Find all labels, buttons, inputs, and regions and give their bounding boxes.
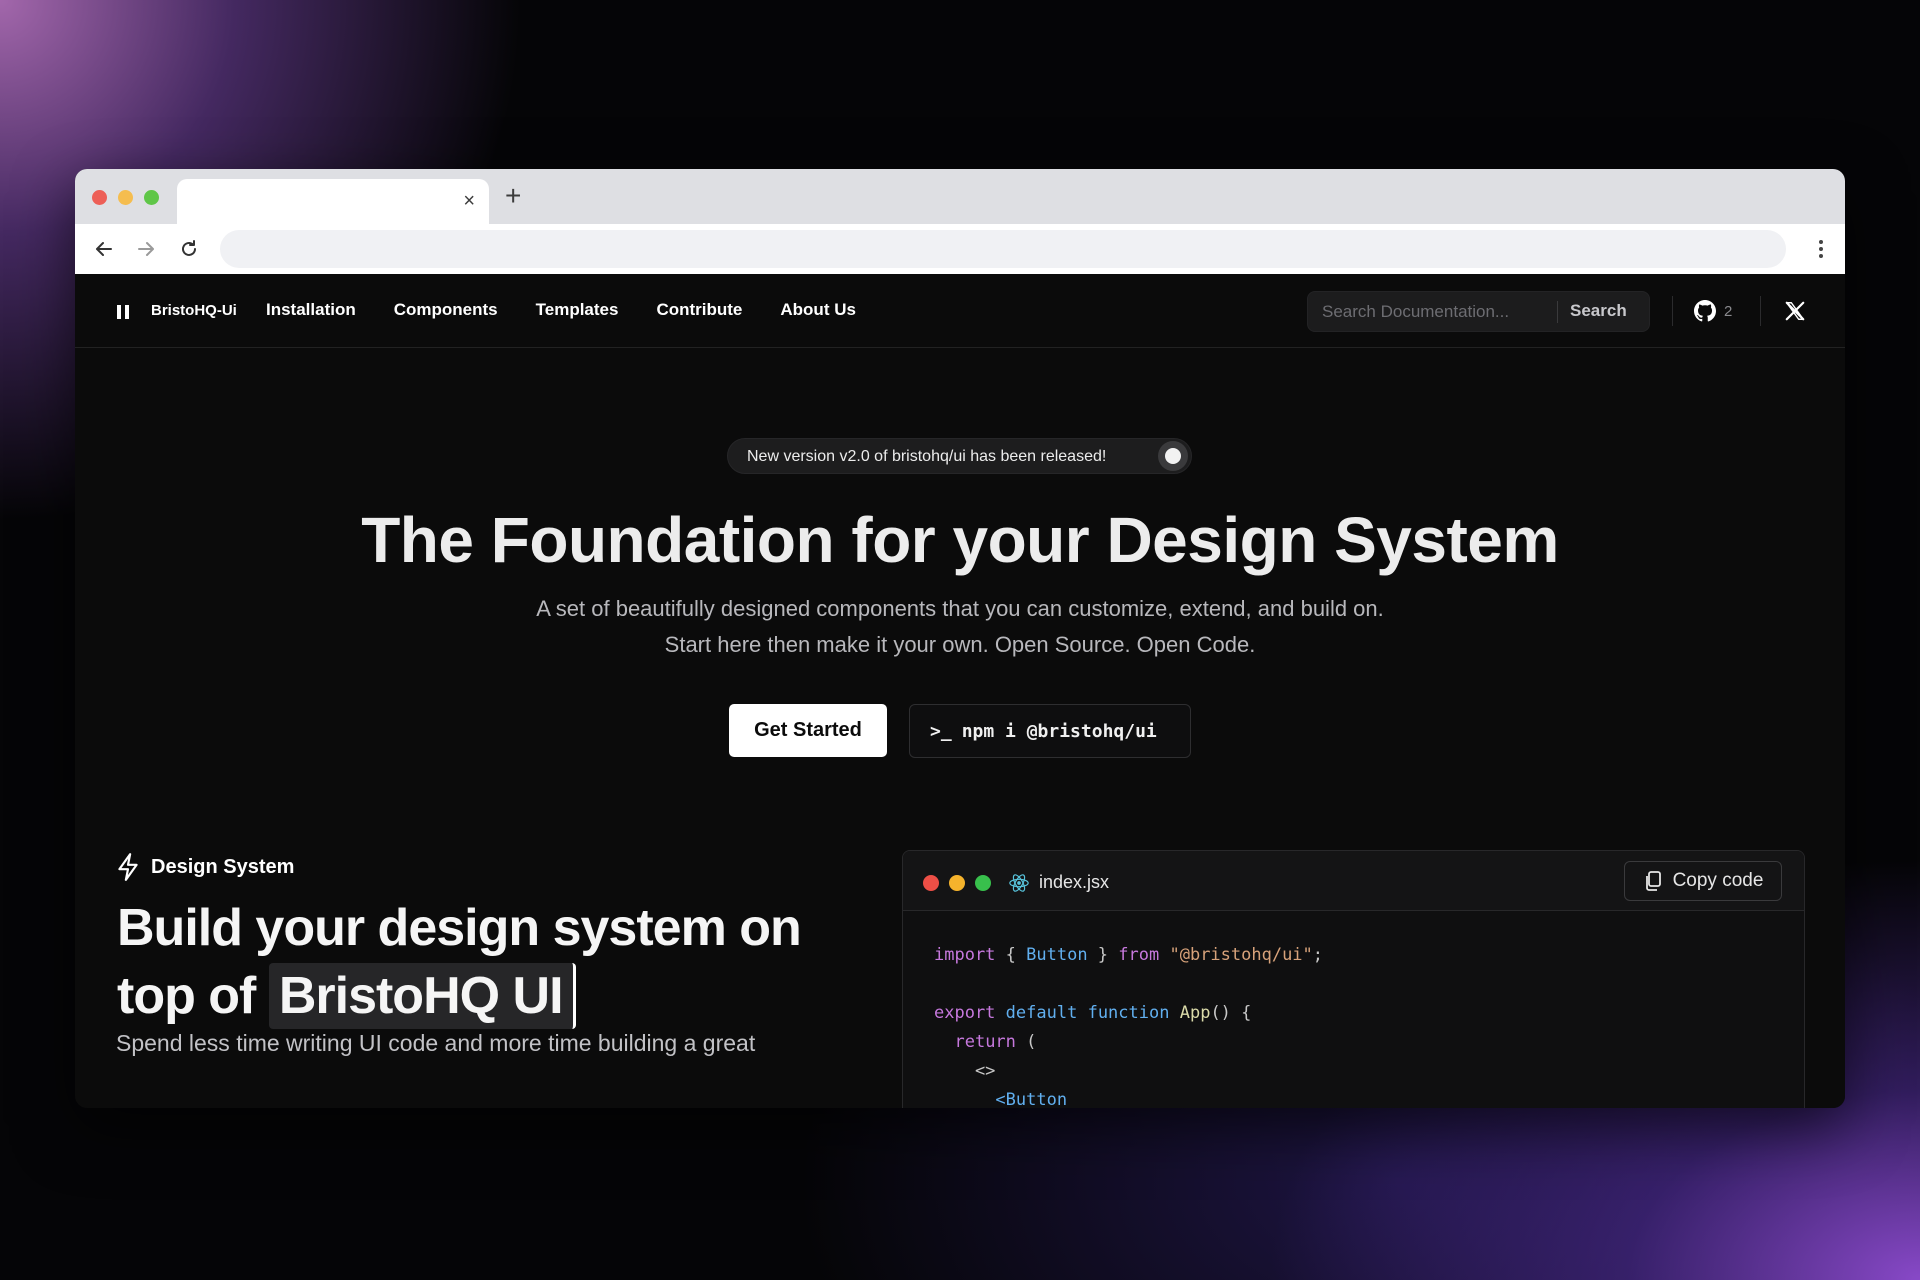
browser-tab[interactable]: × <box>177 179 489 224</box>
npm-install-button[interactable]: >_ npm i @bristohq/ui <box>909 704 1191 758</box>
nav-links: Installation Components Templates Contri… <box>266 300 856 320</box>
x-icon[interactable] <box>1784 300 1806 322</box>
logo-icon[interactable] <box>117 305 129 319</box>
brand-name[interactable]: BristoHQ-Ui <box>151 302 237 319</box>
copy-code-label: Copy code <box>1672 870 1764 891</box>
copy-code-button[interactable]: Copy code <box>1624 861 1782 901</box>
section-label-text: Design System <box>151 855 295 878</box>
arrow-right-icon[interactable] <box>133 236 159 262</box>
web-page: BristoHQ-Ui Installation Components Temp… <box>75 274 1845 1108</box>
section-label: Design System <box>115 852 294 882</box>
section-title: Build your design system on top of Brist… <box>117 894 837 1030</box>
arrow-left-icon[interactable] <box>91 236 117 262</box>
code-panel: index.jsx Copy code import { Button } fr… <box>902 850 1805 1108</box>
code-line: <Button <box>995 1090 1068 1108</box>
code-dot-green <box>975 875 991 891</box>
github-icon <box>1694 300 1716 322</box>
code-line-blank: ​ <box>934 970 1323 999</box>
search-input[interactable] <box>1308 292 1558 331</box>
nav-link-templates[interactable]: Templates <box>536 300 619 320</box>
window-minimize-button[interactable] <box>118 190 133 205</box>
badge-toggle-icon[interactable] <box>1158 441 1188 471</box>
terminal-icon: >_ <box>930 720 952 742</box>
code-body: import { Button } from "@bristohq/ui"; ​ e… <box>934 941 1323 1108</box>
window-close-button[interactable] <box>92 190 107 205</box>
tab-bar: × + <box>75 169 1845 224</box>
code-panel-header: index.jsx Copy code <box>903 851 1804 911</box>
reload-icon[interactable] <box>176 236 202 262</box>
window-maximize-button[interactable] <box>144 190 159 205</box>
code-file-name: index.jsx <box>1039 872 1110 892</box>
get-started-button[interactable]: Get Started <box>729 704 887 757</box>
search-divider <box>1557 301 1558 323</box>
github-link[interactable]: 2 <box>1694 300 1732 322</box>
hero-title: The Foundation for your Design System <box>361 504 1559 576</box>
code-dot-red <box>923 875 939 891</box>
browser-toolbar <box>75 224 1845 274</box>
nav-divider <box>1672 296 1673 326</box>
address-bar[interactable] <box>220 230 1786 268</box>
nav-link-about-us[interactable]: About Us <box>780 300 856 320</box>
tab-close-icon[interactable]: × <box>463 189 475 213</box>
browser-window: × + BristoHQ-Ui Installation Components … <box>75 169 1845 1108</box>
nav-divider <box>1760 296 1761 326</box>
section-title-highlight: BristoHQ UI <box>268 963 576 1029</box>
code-dot-yellow <box>949 875 965 891</box>
react-icon <box>1008 872 1030 894</box>
copy-icon <box>1645 871 1661 891</box>
nav-link-components[interactable]: Components <box>394 300 498 320</box>
code-line: export default function App() { <box>934 1003 1252 1023</box>
hero-subtitle: A set of beautifully designed components… <box>536 596 1384 657</box>
more-vertical-icon[interactable] <box>1817 237 1825 261</box>
search-button[interactable]: Search <box>1570 301 1627 321</box>
nav-link-contribute[interactable]: Contribute <box>656 300 742 320</box>
lightning-icon <box>118 853 138 881</box>
section-description: Spend less time writing UI code and more… <box>116 1030 756 1056</box>
release-badge-text: New version v2.0 of bristohq/ui has been… <box>747 448 1107 465</box>
code-line: <> <box>934 1061 996 1081</box>
nav-link-installation[interactable]: Installation <box>266 300 356 320</box>
code-line: return ( <box>954 1032 1037 1052</box>
npm-install-command: npm i @bristohq/ui <box>961 720 1157 742</box>
site-header: BristoHQ-Ui Installation Components Temp… <box>75 274 1845 348</box>
new-tab-button[interactable]: + <box>505 181 521 211</box>
release-badge[interactable]: New version v2.0 of bristohq/ui has been… <box>727 438 1192 474</box>
search-box: Search <box>1307 291 1650 332</box>
code-line: import { Button } from "@bristohq/ui"; <box>934 945 1324 965</box>
github-stars-count: 2 <box>1724 302 1733 320</box>
